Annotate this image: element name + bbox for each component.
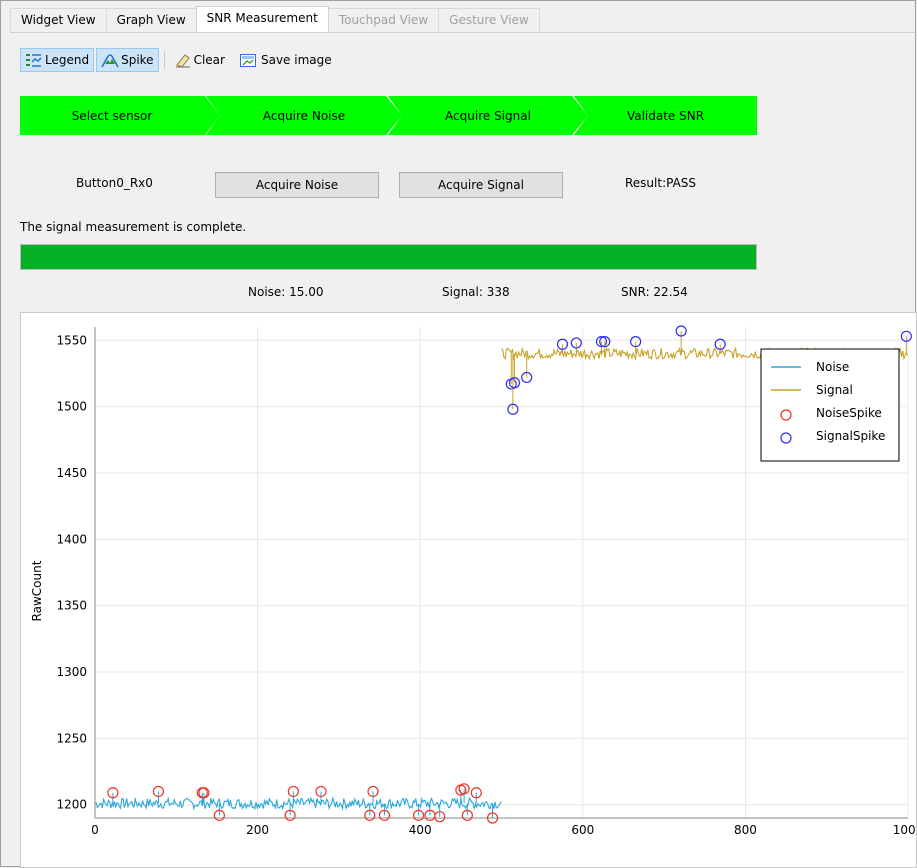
legend-label-noisespike: NoiseSpike [816,406,882,420]
y-axis-label: RawCount [30,560,44,621]
legend-label-signalspike: SignalSpike [816,429,885,443]
noise-value: Noise: 15.00 [248,285,324,299]
legend-label: Legend [45,53,90,67]
x-tick-label: 0 [91,823,99,837]
tab-widget-view[interactable]: Widget View [10,8,107,32]
tab-touchpad-view: Touchpad View [327,8,440,32]
legend-label-signal: Signal [816,383,853,397]
snr-chart: 0 200 400 600 800 1000 1200 1250 1300 1350 1400 145… [20,312,917,868]
save-image-button[interactable]: Save image [235,48,336,72]
x-tick-label: 200 [246,823,269,837]
clear-label: Clear [193,53,225,67]
save-image-label: Save image [260,53,332,67]
workflow-step-acquire-noise: Acquire Noise [206,96,402,135]
status-message: The signal measurement is complete. [20,220,247,234]
tab-snr-measurement[interactable]: SNR Measurement [195,6,329,32]
spike-icon [101,54,119,68]
y-tick-label: 1200 [56,798,87,812]
snr-value: SNR: 22.54 [621,285,688,299]
workflow-step-label: Validate SNR [626,108,705,123]
workflow-step-acquire-signal: Acquire Signal [388,96,588,135]
signal-value: Signal: 338 [442,285,510,299]
y-tick-label: 1250 [56,731,87,745]
legend-button[interactable]: Legend [20,48,95,72]
legend-label-noise: Noise [816,360,849,374]
y-tick-label: 1550 [56,333,87,347]
y-tick-label: 1450 [56,466,87,480]
workflow-step-label: Acquire Noise [262,108,346,123]
save-image-icon [239,54,256,67]
workflow-step-label: Select sensor [71,108,153,123]
chart-toolbar: Legend Spike Clear Save image [20,48,336,72]
tab-divider [10,32,917,33]
acquire-signal-button[interactable]: Acquire Signal [399,172,563,198]
acquire-noise-button[interactable]: Acquire Noise [215,172,379,198]
workflow-step-validate-snr: Validate SNR [574,96,757,135]
legend-icon [26,54,42,67]
workflow-step-label: Acquire Signal [445,108,531,123]
workflow-step-select-sensor: Select sensor [20,96,220,135]
tab-graph-view[interactable]: Graph View [105,8,197,32]
result-label: Result:PASS [625,176,697,190]
x-tick-label: 1000 [893,823,917,837]
progress-bar [20,244,757,270]
y-tick-label: 1500 [56,400,87,414]
x-tick-label: 600 [571,823,594,837]
y-tick-label: 1350 [56,599,87,613]
chart-svg: 0 200 400 600 800 1000 1200 1250 1300 1350 1400 145… [30,325,917,837]
chart-legend: Noise Signal NoiseSpike SignalSpike [760,348,900,462]
x-tick-label: 400 [409,823,432,837]
clear-button[interactable]: Clear [170,48,229,72]
y-tick-label: 1300 [56,665,87,679]
spike-label: Spike [121,53,154,67]
eraser-icon [175,54,190,68]
tab-bar: Widget View Graph View SNR Measurement T… [10,6,540,33]
toolbar-separator [163,51,165,69]
sensor-name: Button0_Rx0 [76,176,153,190]
y-tick-label: 1400 [56,532,87,546]
spike-button[interactable]: Spike [96,48,159,72]
tab-gesture-view: Gesture View [438,8,540,32]
progress-bar-fill [21,245,756,269]
x-tick-label: 800 [734,823,757,837]
